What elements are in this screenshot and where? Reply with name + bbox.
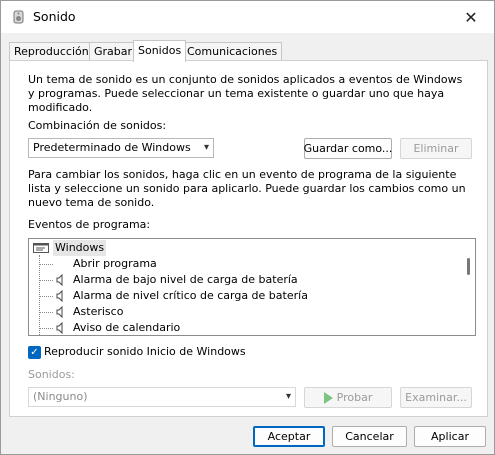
sound-selected-value: (Ninguno) [33, 390, 88, 403]
close-button[interactable]: ✕ [448, 1, 494, 33]
title-bar: Sonido ✕ [1, 1, 494, 33]
tree-branch [39, 312, 53, 313]
speaker-icon [56, 306, 63, 318]
tree-line [39, 255, 40, 335]
event-label: Aviso de calendario [73, 321, 181, 334]
tree-branch [39, 280, 53, 281]
browse-button[interactable]: Examinar... [400, 387, 472, 408]
sound-select[interactable]: (Ninguno) ▾ [28, 387, 296, 407]
scheme-label: Combinación de sonidos: [28, 119, 167, 132]
events-scrollbar[interactable] [461, 239, 475, 335]
window-title: Sonido [33, 9, 76, 24]
event-label: Asterisco [73, 305, 124, 318]
test-label: Probar [336, 391, 373, 404]
instructions-text: Para cambiar los sonidos, haga clic en u… [28, 168, 466, 209]
event-label: Alarma de bajo nivel de carga de batería [73, 273, 298, 286]
ok-button[interactable]: Aceptar [253, 426, 325, 447]
sound-dialog: Sonido ✕ Reproducción Grabar Sonidos Com… [0, 0, 495, 455]
events-label: Eventos de programa: [28, 218, 151, 231]
test-button[interactable]: Probar [304, 387, 392, 408]
save-as-button[interactable]: Guardar como... [304, 138, 392, 159]
delete-scheme-button[interactable]: Eliminar [400, 138, 472, 159]
chevron-down-icon: ▾ [285, 391, 291, 402]
speaker-app-icon [13, 10, 24, 24]
cancel-button[interactable]: Cancelar [332, 426, 407, 447]
scheme-select[interactable]: Predeterminado de Windows ▾ [28, 138, 214, 158]
program-events-list[interactable]: Windows Abrir programa Alarma de bajo ni… [28, 238, 476, 336]
tree-root-label: Windows [53, 240, 107, 256]
intro-text: Un tema de sonido es un conjunto de soni… [28, 73, 463, 114]
startup-sound-checkbox[interactable]: ✓ [28, 346, 41, 359]
scrollbar-thumb[interactable] [467, 258, 470, 275]
scheme-selected-value: Predeterminado de Windows [33, 141, 191, 154]
chevron-down-icon: ▾ [203, 142, 209, 153]
speaker-icon [56, 274, 63, 286]
close-icon: ✕ [464, 7, 478, 27]
speaker-icon [56, 322, 63, 334]
sounds-panel: Un tema de sonido es un conjunto de soni… [9, 60, 488, 417]
event-label: Abrir programa [73, 257, 157, 270]
tree-branch [39, 328, 53, 329]
tree-branch [39, 264, 53, 265]
event-label: Alarma de nivel crítico de carga de bate… [73, 289, 308, 302]
sounds-label: Sonidos: [28, 368, 75, 381]
play-icon [323, 391, 333, 404]
tab-communications[interactable]: Comunicaciones [182, 42, 283, 61]
window-icon [33, 243, 49, 253]
tab-playback[interactable]: Reproducción [9, 42, 94, 61]
speaker-icon [56, 290, 63, 302]
tab-sounds[interactable]: Sonidos [133, 40, 187, 62]
apply-button[interactable]: Aplicar [414, 426, 486, 447]
tab-recording[interactable]: Grabar [89, 42, 138, 61]
tree-branch [39, 296, 53, 297]
startup-sound-label[interactable]: Reproducir sonido Inicio de Windows [44, 345, 246, 358]
